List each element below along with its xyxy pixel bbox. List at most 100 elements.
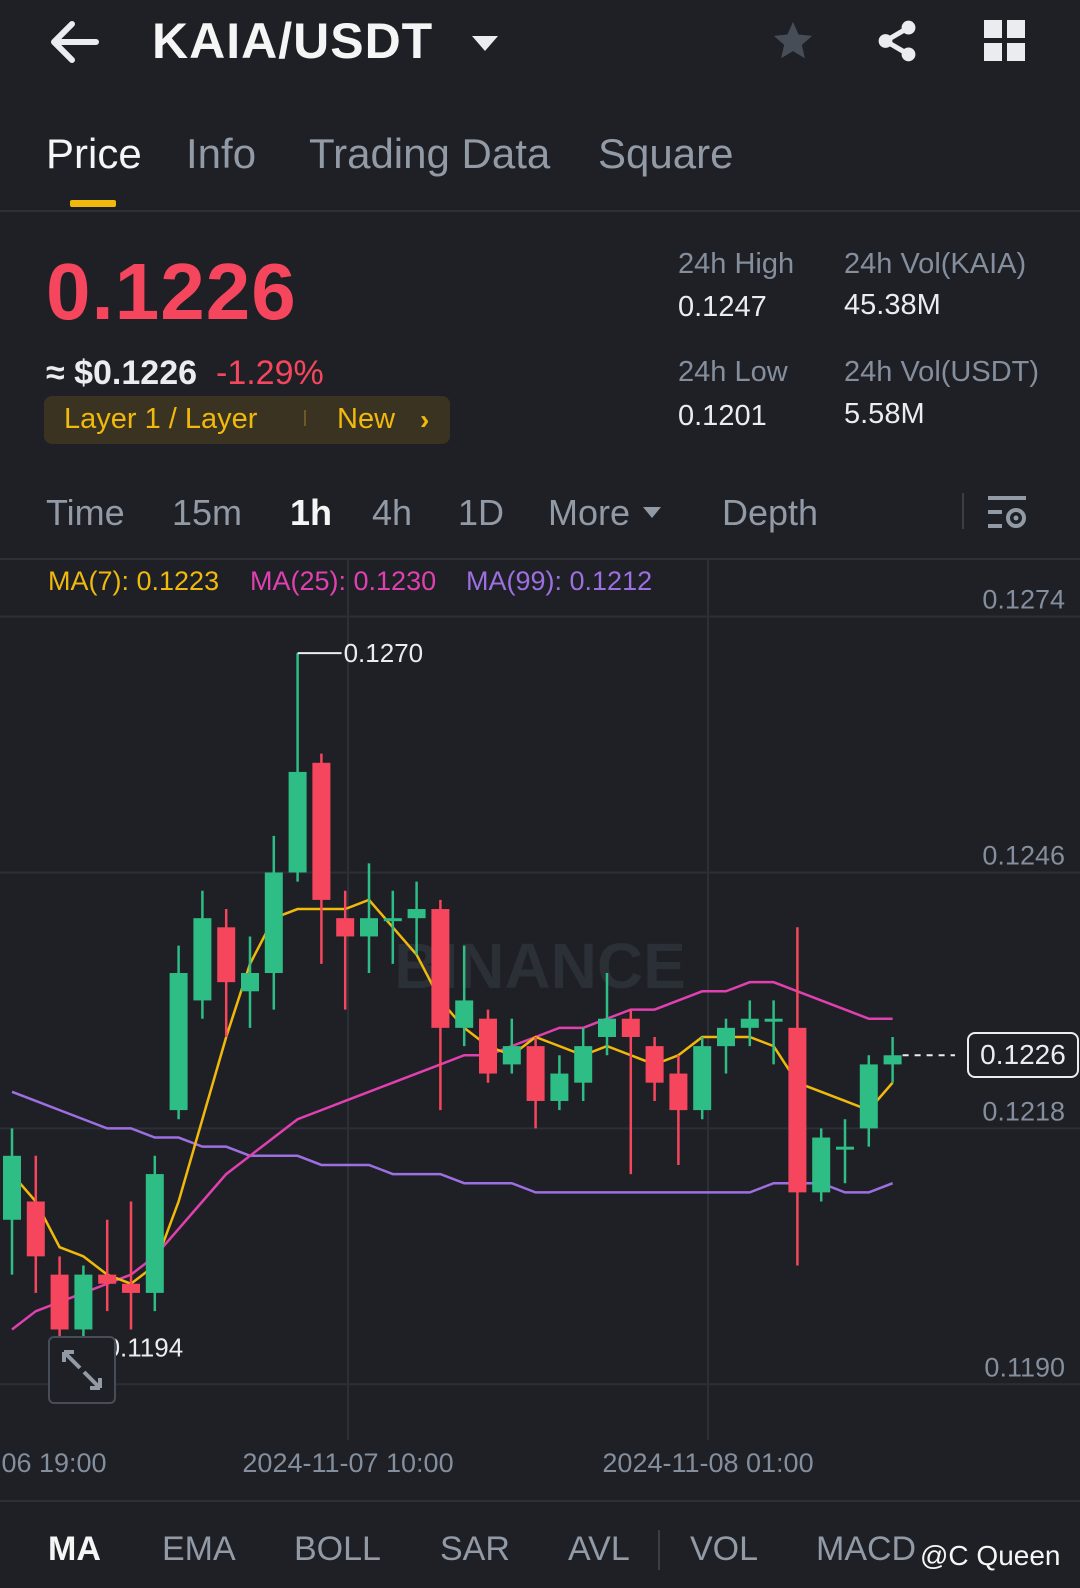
last-price-badge: 0.1226: [967, 1032, 1079, 1079]
vol-base-label: 24h Vol(KAIA): [844, 248, 1027, 280]
candle-body: [169, 973, 188, 1111]
indicator-avl[interactable]: AVL: [568, 1530, 630, 1569]
candlestick-chart[interactable]: 0.12740.12460.12180.1190BINANCE0.12700.1…: [0, 560, 1080, 1500]
chevron-right-icon: ›: [420, 404, 430, 435]
x-tick-label: 2024-11-08 01:00: [602, 1448, 813, 1478]
interval-1d[interactable]: 1D: [458, 492, 504, 534]
tab-price[interactable]: Price: [46, 130, 142, 178]
interval-1h[interactable]: 1h: [290, 492, 332, 534]
x-tick-label: 2024-11-07 10:00: [242, 1448, 453, 1478]
candle-body: [407, 909, 426, 919]
x-tick-label: 06 19:00: [1, 1448, 106, 1478]
candle-body: [479, 1018, 497, 1074]
candle-body: [598, 1018, 616, 1037]
candle-body: [621, 1018, 640, 1037]
depth-tab[interactable]: Depth: [722, 492, 818, 534]
indicator-boll[interactable]: BOLL: [294, 1530, 381, 1569]
more-caret-icon: [642, 506, 662, 525]
candle-body: [193, 918, 212, 1001]
divider: [0, 210, 1080, 212]
tag-divider: [304, 410, 306, 426]
candle-body: [645, 1046, 664, 1083]
divider: [0, 1500, 1080, 1502]
divider: [658, 1530, 660, 1570]
expand-icon[interactable]: [48, 1336, 116, 1404]
candle-body: [502, 1046, 521, 1065]
high-value: 0.1247: [678, 291, 767, 323]
vol-quote-value: 5.58M: [844, 398, 925, 430]
candle-body: [264, 872, 283, 974]
indicator-sar[interactable]: SAR: [440, 1530, 510, 1569]
vol-quote-label: 24h Vol(USDT): [844, 356, 1040, 388]
star-icon[interactable]: [770, 18, 816, 69]
candle-body: [431, 909, 450, 1028]
candle-body: [740, 1018, 759, 1028]
tab-trading-data[interactable]: Trading Data: [309, 130, 550, 178]
candle-body: [217, 927, 236, 983]
candle-body: [360, 918, 378, 937]
candle-body: [788, 1027, 807, 1193]
candle-body: [693, 1046, 712, 1111]
category-tag-label: Layer 1 / Layer: [64, 403, 258, 435]
low-value: 0.1201: [678, 400, 767, 432]
user-watermark: @C Queen: [920, 1540, 1061, 1571]
candle-body: [550, 1073, 569, 1101]
candle-body: [241, 973, 259, 992]
candle-body: [574, 1046, 593, 1083]
top-bar: KAIA/USDT: [0, 0, 1080, 95]
active-tab-indicator: [70, 200, 116, 207]
new-tag-label: New: [337, 403, 396, 435]
candle-body: [812, 1137, 831, 1193]
vol-base-value: 45.38M: [844, 289, 941, 321]
candle-body: [764, 1018, 783, 1022]
interval-time[interactable]: Time: [46, 492, 125, 534]
min-marker-label: 0.1194: [106, 1333, 184, 1363]
share-icon[interactable]: [874, 18, 920, 69]
ma25-line: [11, 980, 893, 1331]
y-tick-label: 0.1274: [982, 585, 1065, 615]
interval-more[interactable]: More: [548, 492, 630, 534]
indicator-vol[interactable]: VOL: [690, 1530, 758, 1569]
candle-body: [883, 1055, 902, 1065]
candle-body: [669, 1073, 688, 1111]
interval-4h[interactable]: 4h: [372, 492, 412, 534]
candle-body: [50, 1274, 69, 1330]
low-label: 24h Low: [678, 356, 788, 388]
back-arrow-icon[interactable]: [48, 18, 100, 66]
indicator-ma[interactable]: MA: [48, 1530, 101, 1569]
candle-body: [145, 1174, 164, 1293]
price-change-percent: -1.29%: [216, 354, 324, 392]
divider: [962, 493, 964, 529]
candle-body: [526, 1046, 545, 1101]
fiat-price: ≈ $0.1226: [46, 354, 198, 392]
candle-body: [26, 1201, 45, 1257]
candle-body: [455, 1000, 474, 1028]
candle-body: [383, 918, 402, 922]
dropdown-caret-icon[interactable]: [470, 34, 500, 59]
grid-icon[interactable]: [984, 20, 1026, 67]
indicator-ema[interactable]: EMA: [162, 1530, 236, 1569]
candle-body: [836, 1146, 854, 1150]
candle-body: [98, 1274, 117, 1284]
last-price: 0.1226: [46, 247, 297, 336]
ma99-line: [11, 1090, 894, 1194]
y-tick-label: 0.1246: [982, 840, 1065, 870]
candle-body: [336, 918, 355, 937]
y-tick-label: 0.1190: [984, 1352, 1065, 1382]
trading-pair-title[interactable]: KAIA/USDT: [152, 12, 433, 70]
candle-body: [3, 1155, 21, 1220]
candle-body: [312, 762, 331, 900]
interval-15m[interactable]: 15m: [172, 492, 242, 534]
candle-body: [717, 1027, 735, 1047]
candle-body: [122, 1283, 140, 1293]
high-label: 24h High: [678, 248, 795, 280]
max-marker-label: 0.1270: [344, 638, 424, 668]
candle-body: [859, 1064, 878, 1129]
indicator-macd[interactable]: MACD: [816, 1530, 916, 1569]
chart-settings-icon[interactable]: [988, 494, 1028, 537]
tab-square[interactable]: Square: [598, 130, 733, 178]
candle-body: [74, 1274, 93, 1330]
tab-info[interactable]: Info: [186, 130, 256, 178]
candle-body: [288, 771, 307, 873]
y-tick-label: 0.1218: [982, 1096, 1065, 1126]
